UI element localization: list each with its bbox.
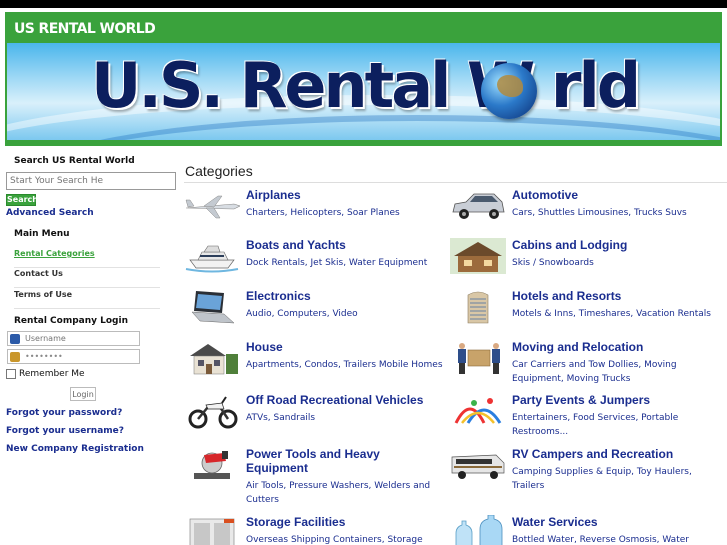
globe-icon [481, 63, 537, 119]
key-icon [10, 352, 20, 362]
password-field[interactable] [7, 349, 140, 364]
storage-icon[interactable] [184, 515, 240, 545]
category-subcategories[interactable]: Apartments, Condos, Trailers Mobile Home… [246, 358, 446, 372]
category-subcategories[interactable]: Overseas Shipping Containers, Storage Po… [246, 533, 446, 545]
category-subcategories[interactable]: Charters, Helicopters, Soar Planes [246, 206, 446, 220]
category-title[interactable]: Electronics [246, 289, 311, 303]
divider [184, 182, 727, 183]
movers-icon[interactable] [450, 340, 506, 376]
remember-me-label: Remember Me [19, 369, 85, 379]
top-bar [0, 0, 727, 8]
water-bottle-icon[interactable] [450, 515, 506, 545]
advanced-search-link[interactable]: Advanced Search [6, 208, 94, 218]
category-title[interactable]: Party Events & Jumpers [512, 393, 650, 407]
category-title[interactable]: Water Services [512, 515, 598, 529]
site-banner[interactable]: U.S. Rental W rld [7, 43, 720, 143]
category-subcategories[interactable]: Dock Rentals, Jet Skis, Water Equipment [246, 256, 446, 270]
category-title[interactable]: RV Campers and Recreation [512, 447, 673, 461]
page-title: Categories [185, 163, 253, 179]
search-button[interactable]: Search [6, 194, 38, 206]
site-header: US RENTAL WORLD U.S. Rental W rld [5, 12, 722, 146]
category-title[interactable]: Cabins and Lodging [512, 238, 627, 252]
menu-item-contact-us[interactable]: Contact Us [14, 268, 160, 288]
forgot-password-link[interactable]: Forgot your password? [6, 408, 122, 418]
login-title: Rental Company Login [14, 316, 128, 326]
dirtbike-icon[interactable] [184, 393, 240, 429]
category-title[interactable]: Storage Facilities [246, 515, 345, 529]
category-subcategories[interactable]: Skis / Snowboards [512, 256, 712, 270]
category-title[interactable]: Automotive [512, 188, 578, 202]
site-logo: U.S. Rental W rld [91, 49, 641, 122]
login-button[interactable]: Login [70, 387, 96, 401]
remember-me-checkbox[interactable] [6, 369, 16, 379]
username-field[interactable] [7, 331, 140, 346]
saw-icon[interactable] [184, 447, 240, 483]
category-title[interactable]: Moving and Relocation [512, 340, 643, 354]
house-icon[interactable] [184, 340, 240, 376]
rv-icon[interactable] [450, 447, 506, 483]
yacht-icon[interactable] [184, 238, 240, 274]
laptop-icon[interactable] [184, 289, 240, 325]
new-company-registration-link[interactable]: New Company Registration [6, 444, 144, 454]
category-title[interactable]: House [246, 340, 283, 354]
category-title[interactable]: Airplanes [246, 188, 301, 202]
category-subcategories[interactable]: ATVs, Sandrails [246, 411, 446, 425]
category-subcategories[interactable]: Audio, Computers, Video [246, 307, 446, 321]
category-subcategories[interactable]: Cars, Shuttles Limousines, Trucks Suvs [512, 206, 712, 220]
hotel-icon[interactable] [450, 289, 506, 325]
category-title[interactable]: Power Tools and Heavy Equipment [246, 447, 426, 475]
category-title[interactable]: Off Road Recreational Vehicles [246, 393, 423, 407]
site-title[interactable]: US RENTAL WORLD [14, 21, 156, 37]
main-menu-title: Main Menu [14, 229, 70, 239]
airplane-icon[interactable] [184, 188, 240, 224]
category-subcategories[interactable]: Car Carriers and Tow Dollies, Moving Equ… [512, 358, 712, 386]
category-subcategories[interactable]: Bottled Water, Reverse Osmosis, Water [512, 533, 712, 545]
category-subcategories[interactable]: Motels & Inns, Timeshares, Vacation Rent… [512, 307, 712, 321]
cabin-icon[interactable] [450, 238, 506, 274]
menu-item-terms-of-use[interactable]: Terms of Use [14, 289, 160, 309]
category-title[interactable]: Boats and Yachts [246, 238, 346, 252]
category-subcategories[interactable]: Air Tools, Pressure Washers, Welders and… [246, 479, 446, 507]
category-subcategories[interactable]: Entertainers, Food Services, Portable Re… [512, 411, 712, 439]
car-icon[interactable] [450, 188, 506, 224]
category-subcategories[interactable]: Camping Supplies & Equip, Toy Haulers, T… [512, 465, 712, 493]
category-title[interactable]: Hotels and Resorts [512, 289, 621, 303]
menu-item-rental-categories[interactable]: Rental Categories [14, 248, 160, 268]
search-title: Search US Rental World [14, 156, 135, 166]
user-icon [10, 334, 20, 344]
search-input[interactable] [6, 172, 176, 190]
party-icon[interactable] [450, 393, 506, 429]
forgot-username-link[interactable]: Forgot your username? [6, 426, 124, 436]
